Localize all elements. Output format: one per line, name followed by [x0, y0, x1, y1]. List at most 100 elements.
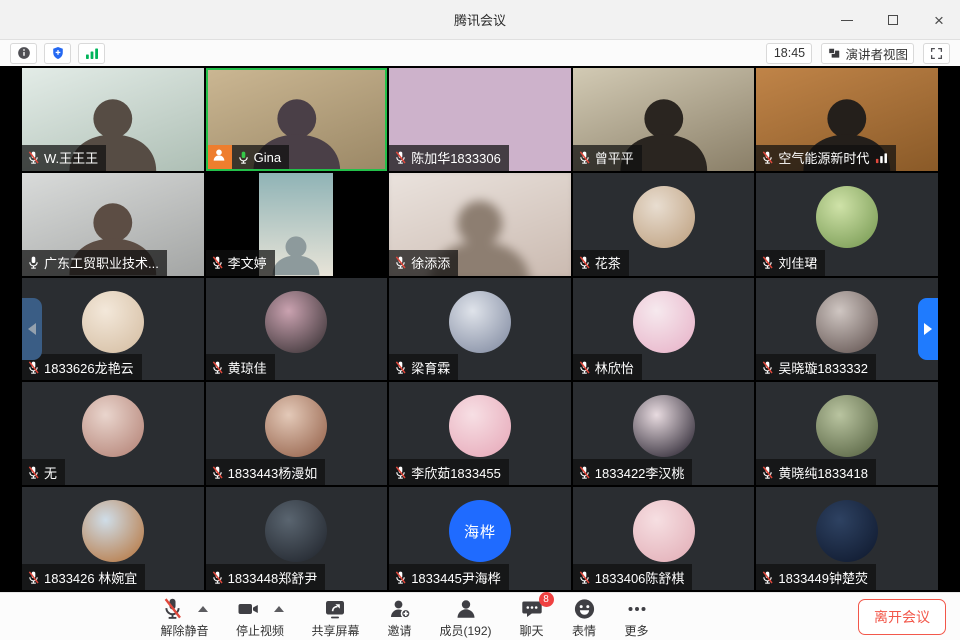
participant-tile[interactable]: 1833626龙艳云 [22, 278, 204, 381]
speaker-view-icon [827, 46, 841, 60]
mic-muted-icon [210, 255, 225, 270]
participant-tile[interactable]: 广东工贸职业技术... [22, 173, 204, 276]
participant-name-bar: 1833406陈舒棋 [573, 564, 693, 590]
toolbar-members-button[interactable]: 成员(192) [440, 594, 492, 639]
avatar [449, 291, 511, 353]
participant-tile[interactable]: 花茶 [573, 173, 755, 276]
participant-tile[interactable]: 林欣怡 [573, 278, 755, 381]
toolbar-item-label: 成员(192) [440, 622, 492, 639]
participant-name-bar: 1833626龙艳云 [22, 354, 142, 380]
poor-signal-icon [875, 151, 888, 164]
avatar: 海桦 [449, 500, 511, 562]
participant-tile[interactable]: 梁育霖 [389, 278, 571, 381]
security-button[interactable] [44, 43, 71, 64]
participant-name: 李欣茹1833455 [411, 463, 501, 482]
participant-name-bar: 陈加华1833306 [389, 145, 509, 171]
participant-name: 空气能源新时代 [778, 148, 869, 167]
toolbar-unmute-button[interactable]: 解除静音 [160, 594, 208, 639]
network-status-button[interactable] [78, 43, 105, 64]
participant-grid: W.王王王 Gina 陈加华1833306 曾平平 [22, 68, 938, 590]
toolbar-invite-button[interactable]: 邀请 [387, 594, 413, 639]
minimize-button[interactable] [836, 9, 858, 31]
next-page-button[interactable] [918, 298, 938, 360]
participant-name-bar: W.王王王 [22, 145, 106, 171]
chevron-left-icon [28, 323, 36, 335]
participant-name: Gina [254, 150, 281, 165]
avatar-text: 海桦 [464, 521, 496, 542]
mic-muted-icon [577, 150, 592, 165]
participant-tile[interactable]: 1833422李汉桃 [573, 382, 755, 485]
participant-tile[interactable]: 1833443杨漫如 [206, 382, 388, 485]
participant-tile[interactable]: 曾平平 [573, 68, 755, 171]
participant-tile[interactable]: Gina [206, 68, 388, 171]
participant-tile[interactable]: 吴晓璇1833332 [756, 278, 938, 381]
participant-name-bar: 1833422李汉桃 [573, 459, 693, 485]
mic-muted-icon [760, 255, 775, 270]
participant-tile[interactable]: 黄琼佳 [206, 278, 388, 381]
leave-meeting-button[interactable]: 离开会议 [858, 599, 946, 635]
meeting-info-button[interactable] [10, 43, 37, 64]
avatar [633, 395, 695, 457]
mic-muted-icon [160, 596, 185, 621]
participant-name-bar: 广东工贸职业技术... [22, 250, 167, 276]
toolbar-chat-button[interactable]: 8 聊天 [519, 594, 545, 639]
participant-name: 梁育霖 [411, 358, 450, 377]
participant-tile[interactable]: 陈加华1833306 [389, 68, 571, 171]
more-icon [624, 597, 650, 621]
participant-tile[interactable]: 徐添添 [389, 173, 571, 276]
participant-name-bar: 林欣怡 [573, 354, 642, 380]
toolbar-stop-video-button[interactable]: 停止视频 [235, 594, 284, 639]
close-button[interactable]: × [928, 9, 950, 31]
previous-page-button[interactable] [22, 298, 42, 360]
toolbar-item-label: 共享屏幕 [311, 622, 359, 639]
info-icon [17, 46, 31, 60]
maximize-icon [888, 15, 898, 25]
toolbar-item-label: 更多 [625, 622, 649, 639]
participant-name: 吴晓璇1833332 [778, 358, 868, 377]
tile-bottom-bar: 徐添添 [389, 250, 458, 276]
participant-name: 1833449钟楚荧 [778, 568, 868, 587]
person-icon [453, 597, 479, 621]
caret-up-icon[interactable] [198, 606, 208, 612]
participant-name-bar: 徐添添 [389, 250, 458, 276]
participant-tile[interactable]: 1833449钟楚荧 [756, 487, 938, 590]
mic-muted-icon [26, 150, 41, 165]
participant-name-bar: 1833445尹海桦 [389, 564, 509, 590]
toolbar-emoji-button[interactable]: 表情 [572, 594, 597, 639]
mic-muted-icon [393, 150, 408, 165]
caret-up-icon[interactable] [274, 606, 284, 612]
participant-name-bar: 1833449钟楚荧 [756, 564, 876, 590]
speaker-view-button[interactable]: 演讲者视图 [821, 43, 914, 64]
participant-tile[interactable]: 1833426 林婉宜 [22, 487, 204, 590]
avatar [633, 186, 695, 248]
mic-muted-icon [393, 360, 408, 375]
status-bar-right: 18:45 演讲者视图 [766, 43, 950, 64]
tile-bottom-bar: 1833422李汉桃 [573, 459, 693, 485]
maximize-button[interactable] [882, 9, 904, 31]
participant-tile[interactable]: 黄晓纯1833418 [756, 382, 938, 485]
tile-bottom-bar: 梁育霖 [389, 354, 458, 380]
participant-tile[interactable]: 1833406陈舒棋 [573, 487, 755, 590]
participant-name: 无 [44, 463, 57, 482]
participant-tile[interactable]: 海桦 1833445尹海桦 [389, 487, 571, 590]
toolbar-more-button[interactable]: 更多 [624, 594, 650, 639]
toolbar-item-label: 解除静音 [160, 622, 208, 639]
fullscreen-button[interactable] [923, 43, 950, 64]
participant-name-bar: 李文婷 [206, 250, 275, 276]
participant-tile[interactable]: 李文婷 [206, 173, 388, 276]
avatar [816, 395, 878, 457]
participant-tile[interactable]: 刘佳珺 [756, 173, 938, 276]
participant-tile[interactable]: W.王王王 [22, 68, 204, 171]
avatar [82, 500, 144, 562]
participant-tile[interactable]: 李欣茹1833455 [389, 382, 571, 485]
participant-tile[interactable]: 空气能源新时代 [756, 68, 938, 171]
participant-name-bar: 1833426 林婉宜 [22, 564, 145, 590]
toolbar-share-screen-button[interactable]: 共享屏幕 [311, 594, 359, 639]
tencent-meeting-window: 腾讯会议 × 18:45 演讲者视图 [0, 0, 960, 640]
participant-tile[interactable]: 无 [22, 382, 204, 485]
participant-name: 刘佳珺 [778, 253, 817, 272]
mic-muted-icon [577, 465, 592, 480]
participant-name: 1833626龙艳云 [44, 358, 134, 377]
tile-bottom-bar: 1833426 林婉宜 [22, 564, 145, 590]
participant-tile[interactable]: 1833448郑舒尹 [206, 487, 388, 590]
